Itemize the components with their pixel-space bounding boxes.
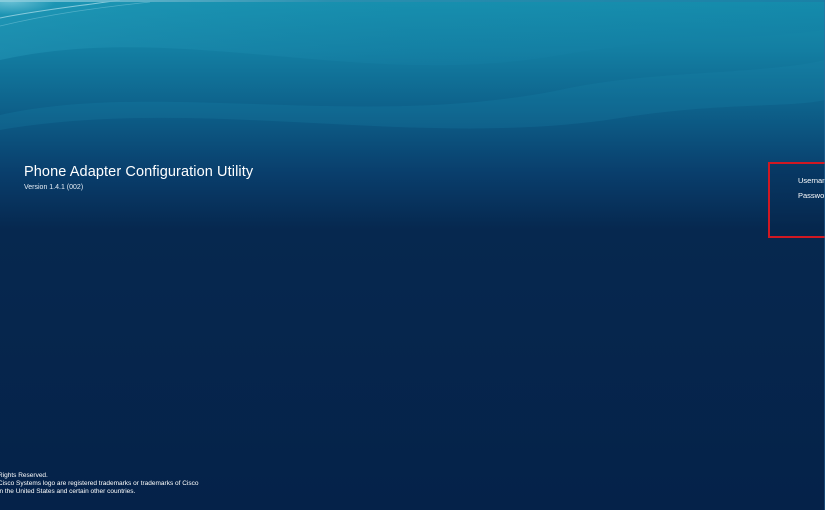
footer-line: in the United States and certain other c… (0, 488, 136, 495)
login-page: Phone Adapter Configuration Utility Vers… (0, 0, 825, 510)
background-graphic (0, 0, 825, 510)
version-label: Version 1.4.1 (002) (24, 184, 84, 191)
password-label: Passwo (798, 191, 825, 200)
footer-line: Rights Reserved. (0, 472, 48, 479)
login-panel: Usernam Passwo (768, 162, 825, 238)
top-border (0, 0, 825, 2)
footer-line: Cisco Systems logo are registered tradem… (0, 480, 199, 487)
title-block: Phone Adapter Configuration Utility Vers… (24, 164, 253, 192)
page-title: Phone Adapter Configuration Utility (24, 164, 254, 180)
username-label: Usernam (798, 176, 825, 185)
copyright-footer: Rights Reserved. Cisco Systems logo are … (0, 472, 199, 496)
